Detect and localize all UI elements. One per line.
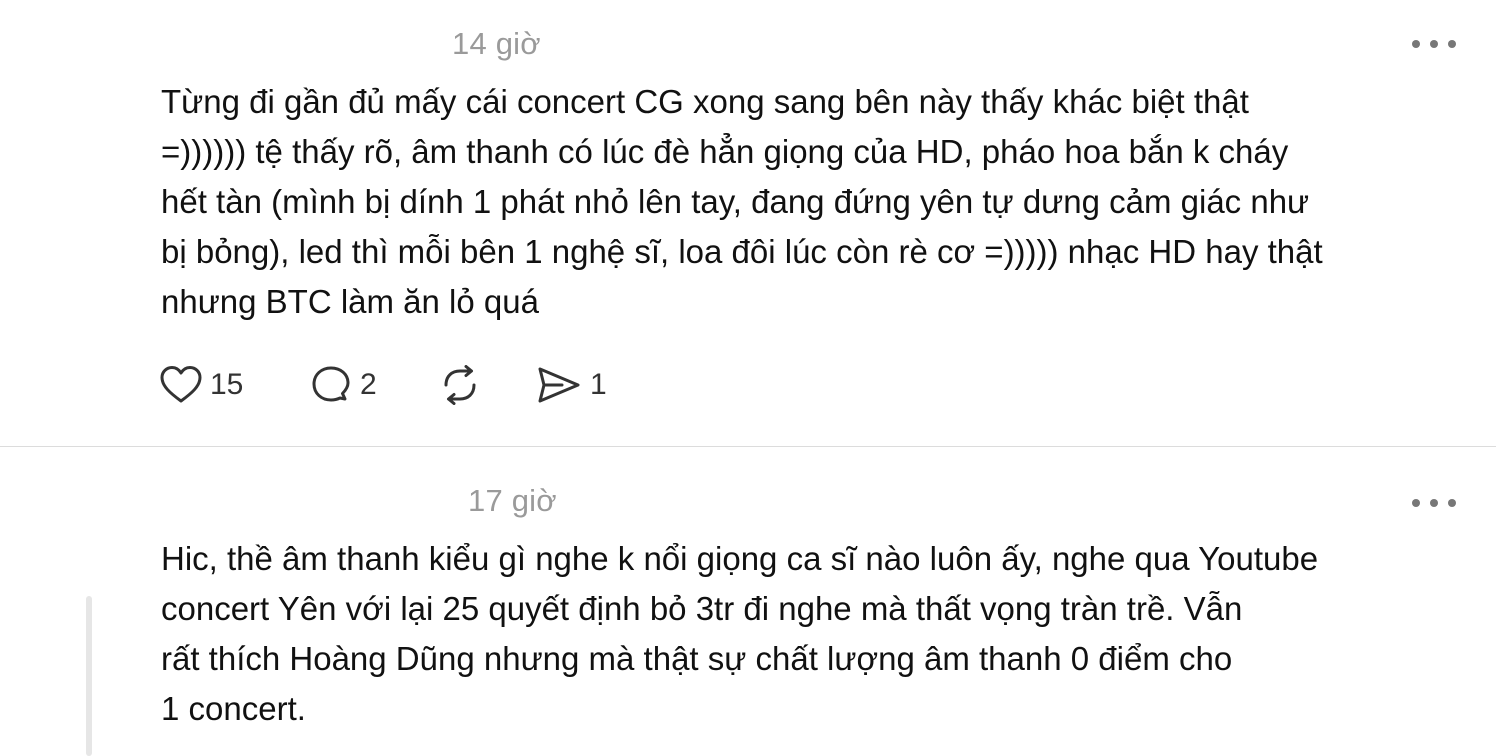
more-options-button[interactable] <box>1412 39 1456 49</box>
post-text-line: 1 concert. <box>161 690 306 727</box>
thread-post: 17 giờ Hic, thề âm thanh kiểu gì nghe k … <box>0 447 1496 756</box>
post-timestamp[interactable]: 17 giờ <box>468 483 557 519</box>
ellipsis-icon <box>1412 40 1420 48</box>
post-text-line: bị bỏng), led thì mỗi bên 1 nghệ sĩ, loa… <box>161 233 1323 270</box>
ellipsis-icon <box>1430 499 1438 507</box>
ellipsis-icon <box>1448 40 1456 48</box>
share-button[interactable]: 1 <box>536 365 607 405</box>
repost-button[interactable] <box>438 365 536 405</box>
share-count: 1 <box>590 368 607 401</box>
ellipsis-icon <box>1430 40 1438 48</box>
like-count: 15 <box>210 368 244 401</box>
post-text-line: concert Yên với lại 25 quyết định bỏ 3tr… <box>161 590 1243 627</box>
heart-icon <box>160 366 202 403</box>
comment-icon <box>312 366 350 402</box>
ellipsis-icon <box>1448 499 1456 507</box>
post-text-line: nhưng BTC làm ăn lỏ quá <box>161 283 539 320</box>
post-text-line: rất thích Hoàng Dũng nhưng mà thật sự ch… <box>161 640 1233 677</box>
thread-connector-line <box>86 596 92 756</box>
ellipsis-icon <box>1412 499 1420 507</box>
post-timestamp[interactable]: 14 giờ <box>452 26 541 62</box>
repost-icon <box>444 365 476 405</box>
post-body: Từng đi gần đủ mấy cái concert CG xong s… <box>161 77 1461 327</box>
post-text-line: Hic, thề âm thanh kiểu gì nghe k nổi giọ… <box>161 540 1319 577</box>
reply-button[interactable]: 2 <box>310 365 438 405</box>
post-body: Hic, thề âm thanh kiểu gì nghe k nổi giọ… <box>161 534 1461 734</box>
reply-count: 2 <box>360 368 377 401</box>
more-options-button[interactable] <box>1412 498 1456 508</box>
like-button[interactable]: 15 <box>160 365 310 405</box>
send-icon <box>538 367 580 403</box>
post-actions: 15 2 1 <box>160 363 607 407</box>
post-text-line: Từng đi gần đủ mấy cái concert CG xong s… <box>161 83 1249 120</box>
post-text-line: hết tàn (mình bị dính 1 phát nhỏ lên tay… <box>161 183 1310 220</box>
post-text-line: =)))))) tệ thấy rõ, âm thanh có lúc đè h… <box>161 133 1289 170</box>
thread-post: 14 giờ Từng đi gần đủ mấy cái concert CG… <box>0 0 1496 446</box>
